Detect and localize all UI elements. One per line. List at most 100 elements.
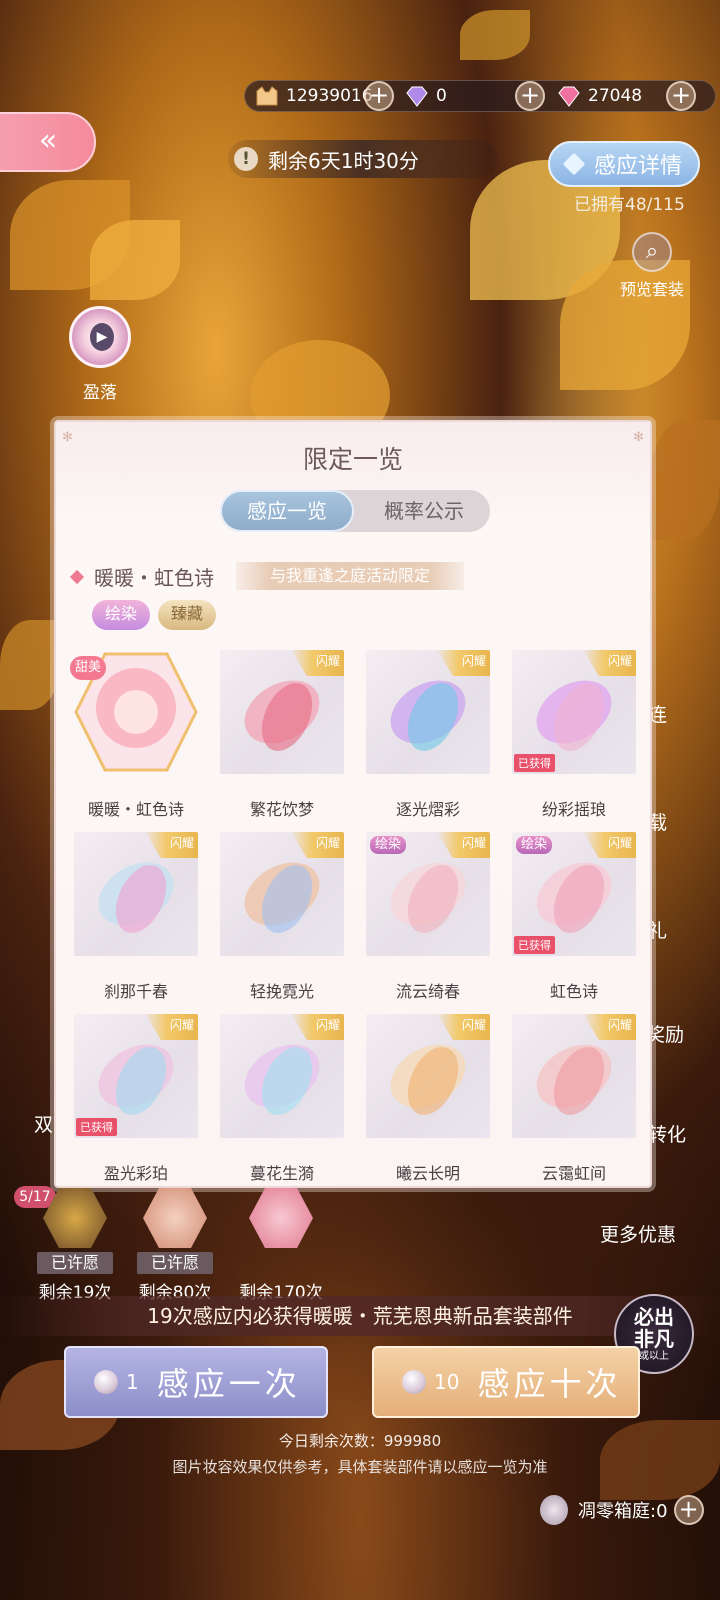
draw-ten-cost: 10 bbox=[434, 1370, 460, 1394]
crystal-amount: 27048 bbox=[588, 86, 643, 106]
wish-item-image bbox=[143, 1188, 207, 1248]
wish-slot-1[interactable]: 已许愿 剩余19次 bbox=[30, 1188, 120, 1303]
crystal-ball-icon bbox=[94, 1370, 118, 1394]
item-card[interactable]: 闪耀 刹那千春 bbox=[74, 832, 198, 1004]
left-side-item[interactable]: 双 bbox=[34, 1110, 53, 1137]
item-thumbnail: 闪耀 bbox=[366, 1014, 490, 1138]
item-art bbox=[536, 862, 612, 933]
item-thumbnail: 闪耀 bbox=[220, 1014, 344, 1138]
item-name: 盈光彩珀 bbox=[103, 1164, 168, 1183]
item-thumbnail: 闪耀 bbox=[512, 1014, 636, 1138]
preview-label: 预览套装 bbox=[619, 280, 684, 299]
badge-line1: 必出 bbox=[634, 1305, 674, 1329]
item-card[interactable]: 闪耀 云霭虹间 bbox=[512, 1014, 636, 1186]
diamond-icon bbox=[562, 152, 586, 176]
item-art bbox=[536, 1044, 612, 1115]
item-art bbox=[98, 862, 174, 933]
suit-tag: 与我重逢之庭活动限定 bbox=[236, 562, 464, 590]
item-art bbox=[98, 1044, 174, 1115]
item-card[interactable]: 闪耀 已获得 盈光彩珀 bbox=[74, 1014, 198, 1186]
disclaimer: 图片妆容效果仅供参考，具体套装部件请以感应一览为准 bbox=[172, 1458, 548, 1476]
tab-induction-list[interactable]: 感应一览 bbox=[220, 490, 354, 532]
crystal-ball-icon bbox=[402, 1370, 426, 1394]
style-tag: 甜美 bbox=[70, 656, 106, 680]
draw-once-label: 感应一次 bbox=[156, 1365, 301, 1403]
item-thumbnail: 闪耀 绘染 bbox=[366, 832, 490, 956]
item-art bbox=[390, 680, 466, 751]
item-name: 繁花饮梦 bbox=[249, 800, 314, 819]
item-card[interactable]: 闪耀 繁花饮梦 bbox=[220, 650, 344, 822]
draw-ten-label: 感应十次 bbox=[477, 1365, 622, 1403]
add-diamond-button[interactable]: + bbox=[515, 81, 545, 111]
item-card[interactable]: 闪耀 逐光熠彩 bbox=[366, 650, 490, 822]
obtained-tag: 已获得 bbox=[514, 754, 555, 772]
wish-status: 已许愿 bbox=[37, 1252, 113, 1274]
item-card[interactable]: 闪耀 绘染 已获得 虹色诗 bbox=[512, 832, 636, 1004]
more-offers-button[interactable]: 更多优惠 bbox=[600, 1220, 676, 1247]
obtained-tag: 已获得 bbox=[514, 936, 555, 954]
item-name: 纷彩摇琅 bbox=[541, 800, 606, 819]
item-name: 逐光熠彩 bbox=[395, 800, 460, 819]
detail-button-label: 感应详情 bbox=[593, 154, 682, 179]
wish-slot-3[interactable]: 剩余170次 bbox=[236, 1188, 326, 1303]
exclamation-icon: ! bbox=[234, 147, 258, 171]
purple-diamond-icon bbox=[404, 85, 430, 107]
dye-tag: 绘染 bbox=[516, 836, 553, 854]
add-gold-button[interactable]: + bbox=[364, 81, 394, 111]
draw-once-button[interactable]: 1 感应一次 bbox=[64, 1346, 328, 1418]
item-card[interactable]: 闪耀 曦云长明 bbox=[366, 1014, 490, 1186]
diamond-currency: 0 bbox=[404, 80, 447, 112]
side-item-5[interactable]: 转化 bbox=[648, 1120, 686, 1147]
item-name: 虹色诗 bbox=[549, 982, 598, 1001]
withered-garden-counter: 凋零箱庭:0 + bbox=[540, 1490, 704, 1530]
item-art bbox=[390, 862, 466, 933]
induction-detail-button[interactable]: 感应详情 bbox=[548, 141, 700, 187]
play-icon: ▶ bbox=[69, 306, 131, 368]
garden-globe-icon bbox=[540, 1495, 568, 1525]
tab-probability[interactable]: 概率公示 bbox=[358, 490, 490, 532]
item-thumbnail: 闪耀 bbox=[220, 650, 344, 774]
tab-switch: 感应一览 概率公示 bbox=[220, 490, 490, 532]
dye-tag: 绘染 bbox=[370, 836, 407, 854]
garden-count: 凋零箱庭:0 bbox=[578, 1501, 668, 1522]
back-button[interactable]: « bbox=[0, 112, 96, 172]
pink-diamond-icon bbox=[556, 85, 582, 107]
wish-item-image bbox=[43, 1188, 107, 1248]
item-card[interactable]: 闪耀 轻挽霓光 bbox=[220, 832, 344, 1004]
item-card[interactable]: 闪耀 已获得 纷彩摇琅 bbox=[512, 650, 636, 822]
item-art bbox=[244, 680, 320, 751]
add-crystal-button[interactable]: + bbox=[666, 81, 696, 111]
magnifier-icon: ⌕ bbox=[632, 232, 672, 272]
diamond-bullet-icon bbox=[69, 569, 85, 584]
panel-title: 限定一览 bbox=[302, 445, 403, 474]
event-timer: ! 剩余6天1时30分 bbox=[228, 140, 498, 178]
gold-currency: 12939016 bbox=[254, 80, 373, 112]
item-name: 曦云长明 bbox=[395, 1164, 460, 1183]
collection-badge: 臻藏 bbox=[158, 600, 216, 630]
draw-once-cost: 1 bbox=[126, 1370, 139, 1394]
cat-coin-icon bbox=[254, 85, 280, 107]
yingluo-label: 盈落 bbox=[83, 383, 117, 403]
item-card[interactable]: 闪耀 绘染 流云绮春 bbox=[366, 832, 490, 1004]
yingluo-play-button[interactable]: ▶ 盈落 bbox=[60, 306, 140, 403]
wish-status: 已许愿 bbox=[137, 1252, 213, 1274]
diamond-amount: 0 bbox=[436, 86, 447, 106]
item-name: 轻挽霓光 bbox=[249, 982, 314, 1001]
preview-suit-button[interactable]: ⌕ 预览套装 bbox=[614, 232, 690, 300]
item-thumbnail: 闪耀 已获得 bbox=[74, 1014, 198, 1138]
draw-ten-button[interactable]: 10 感应十次 bbox=[372, 1346, 640, 1418]
gold-amount: 12939016 bbox=[286, 86, 373, 106]
add-garden-button[interactable]: + bbox=[673, 1495, 704, 1525]
item-art bbox=[244, 1044, 320, 1115]
crystal-currency: 27048 bbox=[556, 80, 642, 112]
double-chevron-left-icon: « bbox=[38, 123, 58, 158]
limited-list-panel: ✻ ✻ 限定一览 感应一览 概率公示 暖暖・虹色诗 与我重逢之庭活动限定 绘染 … bbox=[54, 420, 652, 1188]
item-card[interactable]: 闪耀 蔓花生漪 bbox=[220, 1014, 344, 1186]
wish-slot-2[interactable]: 已许愿 剩余80次 bbox=[130, 1188, 220, 1303]
item-thumbnail: 闪耀 bbox=[220, 832, 344, 956]
item-art bbox=[390, 1044, 466, 1115]
item-card[interactable]: 甜美暖暖・虹色诗 bbox=[70, 650, 198, 822]
item-thumbnail: 闪耀 bbox=[366, 650, 490, 774]
item-thumbnail: 闪耀 bbox=[74, 832, 198, 956]
item-name: 暖暖・虹色诗 bbox=[87, 800, 184, 819]
